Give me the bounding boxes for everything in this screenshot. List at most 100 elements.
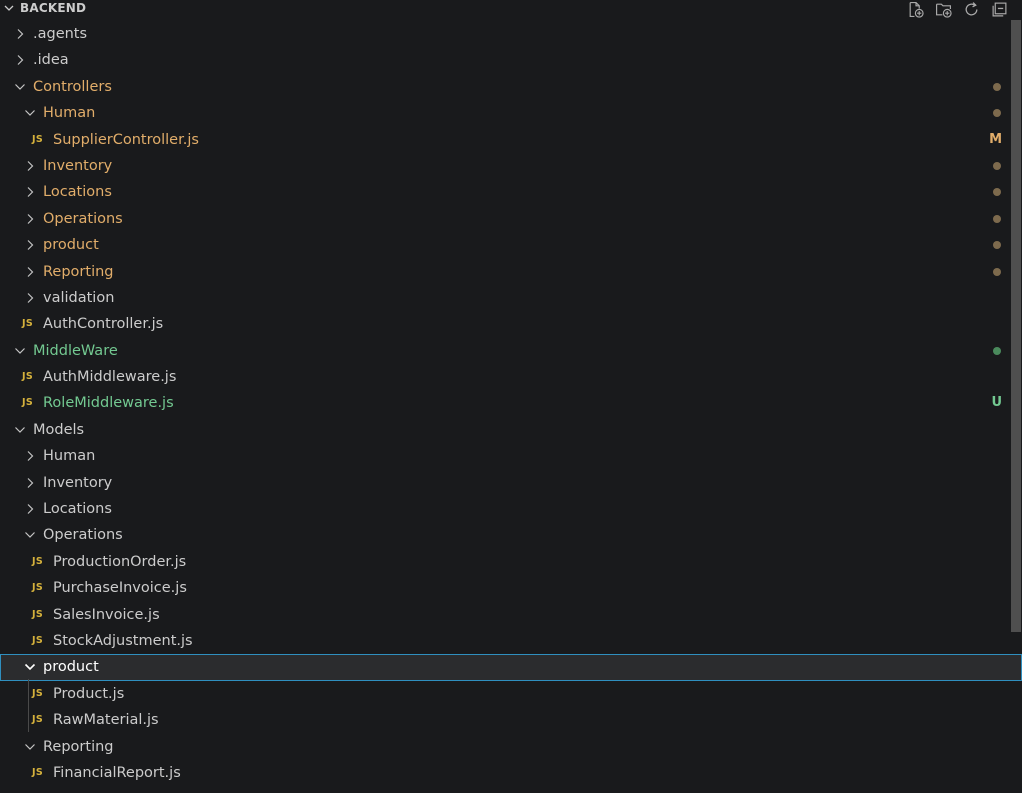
- tree-folder-row[interactable]: Reporting: [0, 259, 1022, 285]
- tree-file-row[interactable]: JS ProductionOrder.js: [0, 549, 1022, 575]
- tree-folder-row[interactable]: Reporting: [0, 734, 1022, 760]
- tree-item-label: SupplierController.js: [53, 131, 199, 148]
- tree-file-row[interactable]: JS StockAdjustment.js: [0, 628, 1022, 654]
- git-status-dot-icon: [993, 346, 1001, 355]
- tree-item-label: Models: [33, 421, 85, 438]
- tree-item-label: PurchaseInvoice.js: [53, 580, 187, 597]
- chevron-right-icon[interactable]: [24, 503, 36, 515]
- scrollbar-thumb[interactable]: [1011, 20, 1021, 632]
- tree-item-label: Locations: [43, 501, 112, 518]
- tree-item-label: Inventory: [43, 157, 113, 174]
- tree-folder-row[interactable]: Human: [0, 443, 1022, 469]
- chevron-down-icon[interactable]: [14, 81, 26, 93]
- tree-folder-row[interactable]: Inventory: [0, 470, 1022, 496]
- tree-folder-row[interactable]: validation: [0, 285, 1022, 311]
- tree-folder-row[interactable]: MiddleWare: [0, 338, 1022, 364]
- tree-item-label: Operations: [43, 210, 123, 227]
- tree-file-row[interactable]: JS SupplierController.js M: [0, 127, 1022, 153]
- tree-item-label: validation: [43, 289, 115, 306]
- tree-item-label: AuthMiddleware.js: [43, 369, 177, 386]
- refresh-button[interactable]: [962, 0, 980, 18]
- tree-folder-row[interactable]: Locations: [0, 496, 1022, 522]
- tree-item-label: .idea: [33, 52, 69, 69]
- tree-file-row[interactable]: JS AuthController.js: [0, 311, 1022, 337]
- tree-item-label: product: [43, 659, 99, 676]
- javascript-file-icon: JS: [22, 318, 33, 330]
- collapse-all-button[interactable]: [990, 0, 1008, 18]
- tree-item-label: Reporting: [43, 263, 114, 280]
- tree-item-label: SalesInvoice.js: [53, 606, 160, 623]
- tree-file-row[interactable]: JS AuthMiddleware.js: [0, 364, 1022, 390]
- tree-item-label: ProductionOrder.js: [53, 553, 187, 570]
- tree-folder-row[interactable]: Models: [0, 417, 1022, 443]
- javascript-file-icon: JS: [32, 555, 43, 567]
- tree-item-label: Product.js: [53, 685, 125, 702]
- tree-file-row[interactable]: JS FinancialReport.js: [0, 760, 1022, 786]
- explorer-header[interactable]: BACKEND: [0, 0, 1022, 18]
- tree-folder-row[interactable]: product: [0, 232, 1022, 258]
- tree-file-row[interactable]: JS RawMaterial.js: [0, 707, 1022, 733]
- git-status-dot-icon: [993, 109, 1001, 118]
- tree-folder-row[interactable]: Operations: [0, 206, 1022, 232]
- chevron-right-icon[interactable]: [14, 54, 26, 66]
- chevron-down-icon[interactable]: [24, 741, 36, 753]
- tree-file-row[interactable]: JS SalesInvoice.js: [0, 602, 1022, 628]
- chevron-right-icon[interactable]: [24, 213, 36, 225]
- tree-folder-row[interactable]: product: [0, 654, 1022, 681]
- chevron-down-icon[interactable]: [24, 107, 36, 119]
- git-status-badge: U: [991, 395, 1002, 411]
- javascript-file-icon: JS: [32, 714, 43, 726]
- chevron-right-icon[interactable]: [24, 266, 36, 278]
- explorer-actions: [906, 0, 1008, 18]
- chevron-right-icon[interactable]: [24, 292, 36, 304]
- javascript-file-icon: JS: [22, 397, 33, 409]
- tree-item-label: Human: [43, 105, 96, 122]
- file-tree: .agents .idea Controllers Human JS SupplierCo…: [0, 21, 1022, 786]
- tree-folder-row[interactable]: .idea: [0, 47, 1022, 73]
- git-status-dot-icon: [993, 188, 1001, 197]
- chevron-right-icon[interactable]: [24, 160, 36, 172]
- tree-item-label: product: [43, 237, 99, 254]
- chevron-right-icon[interactable]: [24, 186, 36, 198]
- refresh-icon: [965, 1, 977, 15]
- tree-item-label: Locations: [43, 184, 112, 201]
- chevron-down-icon[interactable]: [24, 529, 36, 541]
- tree-item-label: Human: [43, 448, 96, 465]
- new-folder-button[interactable]: [934, 0, 952, 18]
- tree-file-row[interactable]: JS PurchaseInvoice.js: [0, 575, 1022, 601]
- tree-folder-row[interactable]: Human: [0, 100, 1022, 126]
- tree-item-label: RawMaterial.js: [53, 712, 159, 729]
- new-file-button[interactable]: [906, 0, 924, 18]
- chevron-right-icon[interactable]: [24, 477, 36, 489]
- explorer-title: BACKEND: [20, 1, 87, 15]
- collapse-all-icon: [992, 2, 1006, 16]
- chevron-down-icon[interactable]: [24, 661, 36, 673]
- tree-file-row[interactable]: JS RoleMiddleware.js U: [0, 390, 1022, 416]
- git-status-dot-icon: [993, 161, 1001, 170]
- indent-guide: [28, 679, 29, 732]
- file-explorer: BACKEND .agents .idea Controllers Human …: [0, 0, 1022, 793]
- new-file-icon: [909, 1, 924, 18]
- git-status-dot-icon: [993, 267, 1001, 276]
- tree-item-label: AuthController.js: [43, 316, 164, 333]
- git-status-dot-icon: [993, 214, 1001, 223]
- tree-item-label: StockAdjustment.js: [53, 632, 193, 649]
- chevron-right-icon[interactable]: [24, 239, 36, 251]
- chevron-right-icon[interactable]: [14, 28, 26, 40]
- javascript-file-icon: JS: [32, 687, 43, 699]
- chevron-right-icon[interactable]: [24, 450, 36, 462]
- tree-item-label: RoleMiddleware.js: [43, 395, 174, 412]
- tree-file-row[interactable]: JS Product.js: [0, 681, 1022, 707]
- chevron-down-icon[interactable]: [3, 2, 15, 14]
- tree-item-label: Operations: [43, 527, 123, 544]
- tree-folder-row[interactable]: .agents: [0, 21, 1022, 47]
- tree-folder-row[interactable]: Inventory: [0, 153, 1022, 179]
- tree-folder-row[interactable]: Operations: [0, 522, 1022, 548]
- tree-item-label: Inventory: [43, 474, 113, 491]
- tree-folder-row[interactable]: Controllers: [0, 74, 1022, 100]
- tree-folder-row[interactable]: Locations: [0, 179, 1022, 205]
- chevron-down-icon[interactable]: [14, 345, 26, 357]
- chevron-down-icon[interactable]: [14, 424, 26, 436]
- tree-item-label: Reporting: [43, 738, 114, 755]
- javascript-file-icon: JS: [32, 133, 43, 145]
